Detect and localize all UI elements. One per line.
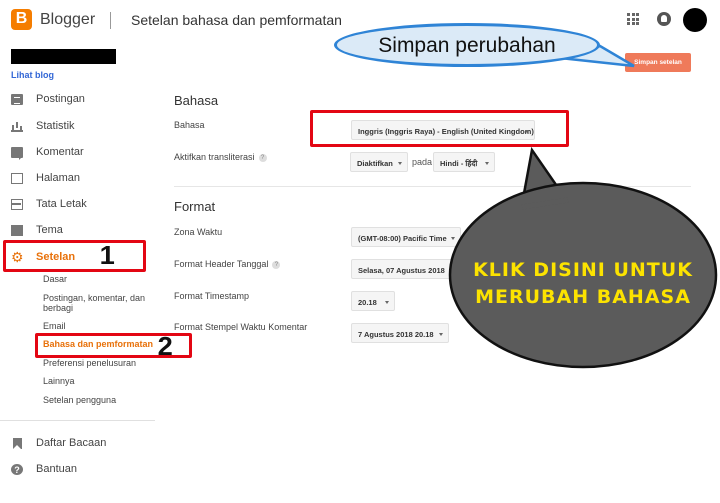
callout-save-bubble: Simpan perubahan	[334, 23, 600, 67]
callout-save-text: Simpan perubahan	[378, 34, 556, 57]
callout-language-line2: MERUBAH BAHASA	[475, 286, 691, 308]
callout-language-line1: KLIK DISINI UNTUK	[473, 259, 693, 281]
callout-language-text-block: KLIK DISINI UNTUK MERUBAH BAHASA	[450, 185, 716, 365]
